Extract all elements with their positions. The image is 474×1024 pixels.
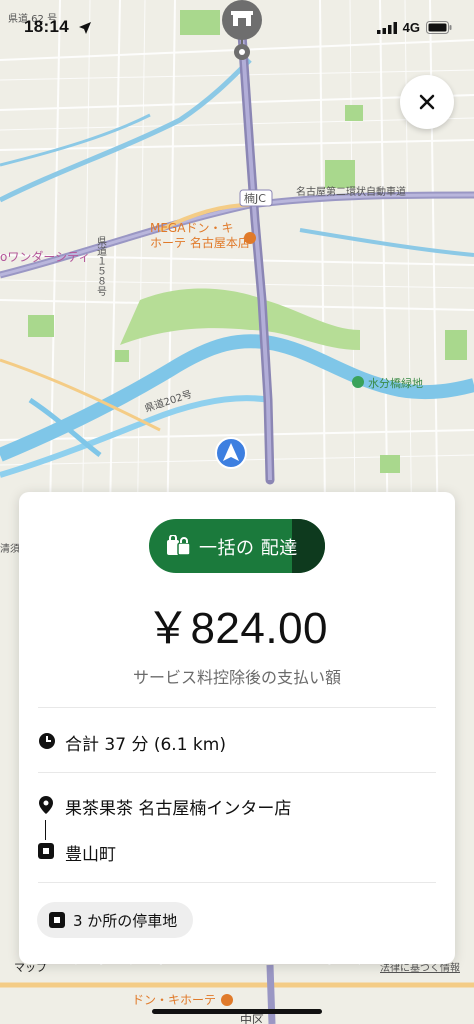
divider (38, 882, 436, 883)
clock-icon (39, 733, 55, 749)
navigation-arrow-icon (215, 437, 247, 469)
map-label-wonder-city: oワンダーシティ (0, 249, 90, 264)
batched-delivery-badge: 一括の 配達 (149, 519, 325, 573)
divider (38, 707, 436, 708)
stop-square-icon (49, 912, 65, 928)
dropoff-square-icon (38, 843, 54, 859)
map-label-mega-2: ホーテ 名古屋本店 (150, 235, 250, 250)
map-label-mega-1: MEGAドン・キ (150, 221, 233, 235)
map-label-kusu-jc: 楠JC (244, 191, 266, 205)
close-icon (419, 94, 435, 110)
pickup-pin-icon (39, 796, 53, 814)
payout-amount: ￥824.00 (145, 604, 329, 653)
pickup-location: 果茶果茶 名古屋楠インター店 (65, 799, 292, 819)
map-label-kiyosu: 清須 (0, 542, 20, 555)
network-type: 4G (402, 20, 420, 35)
map-label-prefectural-158: 県道１５８号 (95, 236, 107, 297)
battery-icon (426, 21, 452, 34)
trip-duration: 合計 37 分 (6.1 km) (65, 735, 226, 755)
divider (38, 772, 436, 773)
stops-count: 3 か所の停車地 (73, 911, 178, 930)
bags-icon (167, 535, 191, 556)
badge-label: 一括の 配達 (199, 538, 298, 559)
trip-offer-card[interactable]: 一括の 配達 ￥824.00 サービス料控除後の支払い額 合計 37 分 (6.… (19, 492, 455, 964)
route-connector (45, 820, 46, 840)
map-label-donki-bottom: ドン・キホーテ (132, 993, 216, 1007)
dropoff-location: 豊山町 (65, 845, 116, 865)
payout-caption: サービス料控除後の支払い額 (132, 668, 341, 687)
home-indicator[interactable] (152, 1009, 322, 1014)
location-arrow-icon (79, 22, 91, 34)
close-button[interactable] (400, 75, 454, 129)
signal-icon (376, 21, 397, 34)
stops-chip[interactable]: 3 か所の停車地 (37, 902, 194, 938)
map-label-ring-road: 名古屋第二環状自動車道 (296, 185, 406, 198)
map-label-suibun: 水分橋緑地 (368, 376, 423, 390)
status-time: 18:14 (24, 17, 69, 36)
